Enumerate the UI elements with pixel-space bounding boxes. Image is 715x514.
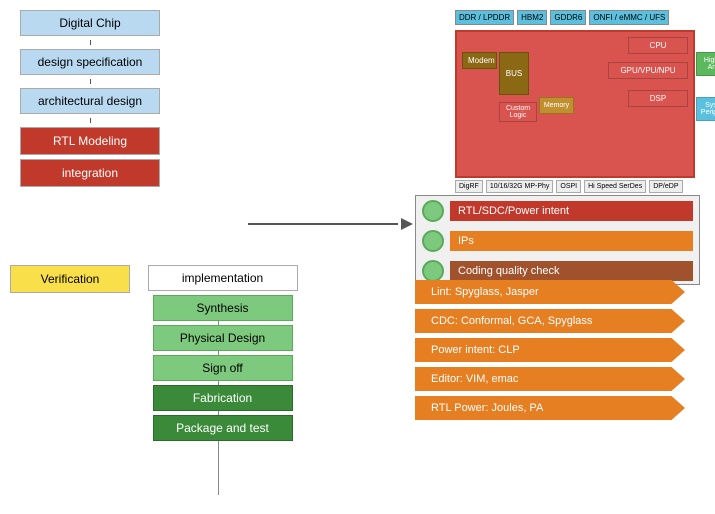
power-intent-tool-box: Power intent: CLP — [415, 338, 685, 362]
dp-label: DP/eDP — [649, 180, 682, 193]
implementation-column: implementation Synthesis Physical Design… — [145, 265, 300, 441]
digrf-label: DigRF — [455, 180, 483, 193]
cpu-box: CPU — [628, 37, 688, 54]
onfi-label: ONFI / eMMC / UFS — [589, 10, 669, 25]
arch-design-box: architectural design — [20, 88, 160, 114]
synthesis-box: Synthesis — [153, 295, 293, 321]
bottom-interface-row: DigRF 10/16/32G MP-Phy OSPI Hi Speed Ser… — [455, 180, 695, 193]
coding-quality-label: Coding quality check — [450, 261, 693, 281]
gpu-box: GPU/VPU/NPU — [608, 62, 688, 79]
digital-chip-box: Digital Chip — [20, 10, 160, 36]
ips-label: IPs — [450, 231, 693, 251]
connector-1 — [90, 40, 91, 45]
editor-tool-box: Editor: VIM, emac — [415, 367, 685, 391]
chip-diagram: DDR / LPDDR HBM2 GDDR6 ONFI / eMMC / UFS… — [415, 5, 700, 180]
fabrication-box: Fabrication — [153, 385, 293, 411]
rtl-intent-box: RTL/SDC/Power intent IPs Coding quality … — [415, 195, 700, 285]
mp-phy-label: 10/16/32G MP-Phy — [486, 180, 554, 193]
lint-tool-box: Lint: Spyglass, Jasper — [415, 280, 685, 304]
ips-row: IPs — [416, 226, 699, 256]
memory-labels-row: DDR / LPDDR HBM2 GDDR6 ONFI / eMMC / UFS — [455, 10, 695, 25]
connector-2 — [90, 79, 91, 84]
main-arrow — [248, 218, 413, 230]
tools-column: Lint: Spyglass, Jasper CDC: Conformal, G… — [415, 280, 700, 420]
systems-box: Systems Peripherals — [696, 97, 715, 121]
gddr6-label: GDDR6 — [550, 10, 586, 25]
verification-box: Verification — [10, 265, 130, 293]
modem-box: Modem — [462, 52, 497, 69]
ospi-label: OSPI — [556, 180, 581, 193]
arrow-line — [248, 223, 398, 225]
design-spec-box: design specification — [20, 49, 160, 75]
rtl-circle-2 — [422, 230, 444, 252]
implementation-header: implementation — [148, 265, 298, 291]
sign-off-box: Sign off — [153, 355, 293, 381]
package-test-box: Package and test — [153, 415, 293, 441]
dsp-box: DSP — [628, 90, 688, 107]
ddr-label: DDR / LPDDR — [455, 10, 514, 25]
rtl-sdc-label: RTL/SDC/Power intent — [450, 201, 693, 221]
arrow-head — [401, 218, 413, 230]
rtl-sdc-row: RTL/SDC/Power intent — [416, 196, 699, 226]
custom-logic-box: Custom Logic — [499, 102, 537, 122]
rtl-power-tool-box: RTL Power: Joules, PA — [415, 396, 685, 420]
high-perf-box: High Perf Analog — [696, 52, 715, 76]
left-flow-column: Digital Chip design specification archit… — [10, 10, 170, 187]
physical-design-box: Physical Design — [153, 325, 293, 351]
memory-box: Memory — [539, 97, 574, 114]
rtl-circle-3 — [422, 260, 444, 282]
hi-speed-label: Hi Speed SerDes — [584, 180, 646, 193]
connector-3 — [90, 118, 91, 123]
rtl-modeling-box: RTL Modeling — [20, 127, 160, 155]
bus-box: BUS — [499, 52, 529, 95]
integration-box: integration — [20, 159, 160, 187]
cdc-tool-box: CDC: Conformal, GCA, Spyglass — [415, 309, 685, 333]
hbm2-label: HBM2 — [517, 10, 547, 25]
chip-outer-box: CPU GPU/VPU/NPU DSP Modem BUS Custom Log… — [455, 30, 695, 178]
rtl-circle-1 — [422, 200, 444, 222]
